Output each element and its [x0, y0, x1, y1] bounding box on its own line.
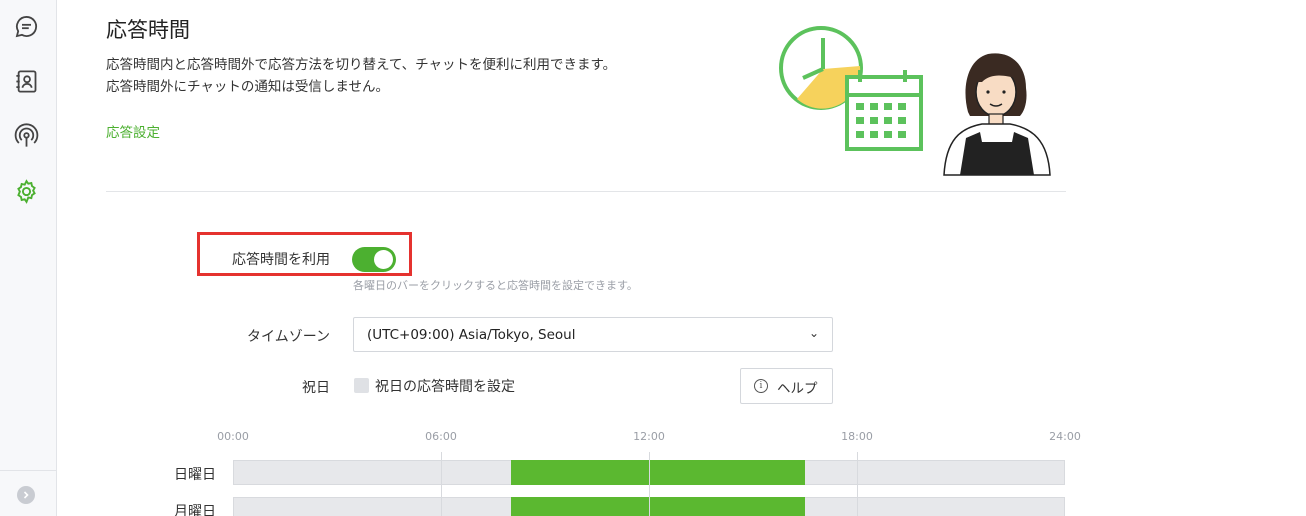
header-divider: [106, 191, 1066, 192]
calendar-icon: [845, 70, 923, 151]
holiday-checkbox[interactable]: [354, 378, 369, 393]
chevron-down-icon: ⌄: [808, 326, 819, 340]
broadcast-icon[interactable]: [13, 123, 40, 150]
time-tick: 06:00: [425, 430, 457, 443]
info-icon: i: [754, 379, 768, 393]
sidebar-divider: [0, 470, 57, 471]
sidebar: [0, 0, 57, 516]
response-hours-bar[interactable]: [510, 460, 805, 485]
person-illustration: [943, 53, 1051, 176]
day-label-monday: 月曜日: [174, 504, 216, 516]
gridline: [857, 452, 858, 516]
page-description-line-1: 応答時間内と応答時間外で応答方法を切り替えて、チャットを便利に利用できます。: [106, 57, 617, 73]
response-hours-illustration: [779, 26, 1051, 176]
page-description-line-2: 応答時間外にチャットの通知は受信しません。: [106, 79, 389, 95]
chevron-right-icon[interactable]: [17, 486, 35, 504]
timezone-value: (UTC+09:00) Asia/Tokyo, Seoul: [367, 327, 576, 343]
gridline: [649, 452, 650, 516]
time-tick: 18:00: [841, 430, 873, 443]
use-response-hours-toggle[interactable]: [352, 247, 396, 272]
time-tick: 24:00: [1049, 430, 1081, 443]
use-response-hours-label: 応答時間を利用: [232, 252, 330, 268]
gridline: [441, 452, 442, 516]
holiday-checkbox-label[interactable]: 祝日の応答時間を設定: [375, 376, 515, 396]
gear-icon[interactable]: [13, 178, 40, 205]
timezone-label: タイムゾーン: [246, 329, 330, 345]
help-button[interactable]: i ヘルプ: [740, 368, 833, 404]
response-hours-bar[interactable]: [510, 497, 805, 516]
timezone-select[interactable]: (UTC+09:00) Asia/Tokyo, Seoul ⌄: [353, 317, 833, 352]
help-button-label: ヘルプ: [777, 381, 818, 397]
time-tick: 00:00: [217, 430, 249, 443]
toggle-knob: [374, 250, 393, 269]
response-settings-link[interactable]: 応答設定: [106, 121, 160, 141]
schedule-hint: 各曜日のバーをクリックすると応答時間を設定できます。: [353, 279, 638, 292]
chat-icon[interactable]: [13, 13, 40, 40]
day-label-sunday: 日曜日: [174, 467, 216, 483]
contacts-icon[interactable]: [13, 68, 40, 95]
time-tick: 12:00: [633, 430, 665, 443]
holiday-label: 祝日: [302, 380, 330, 396]
page-title: 応答時間: [106, 18, 190, 42]
